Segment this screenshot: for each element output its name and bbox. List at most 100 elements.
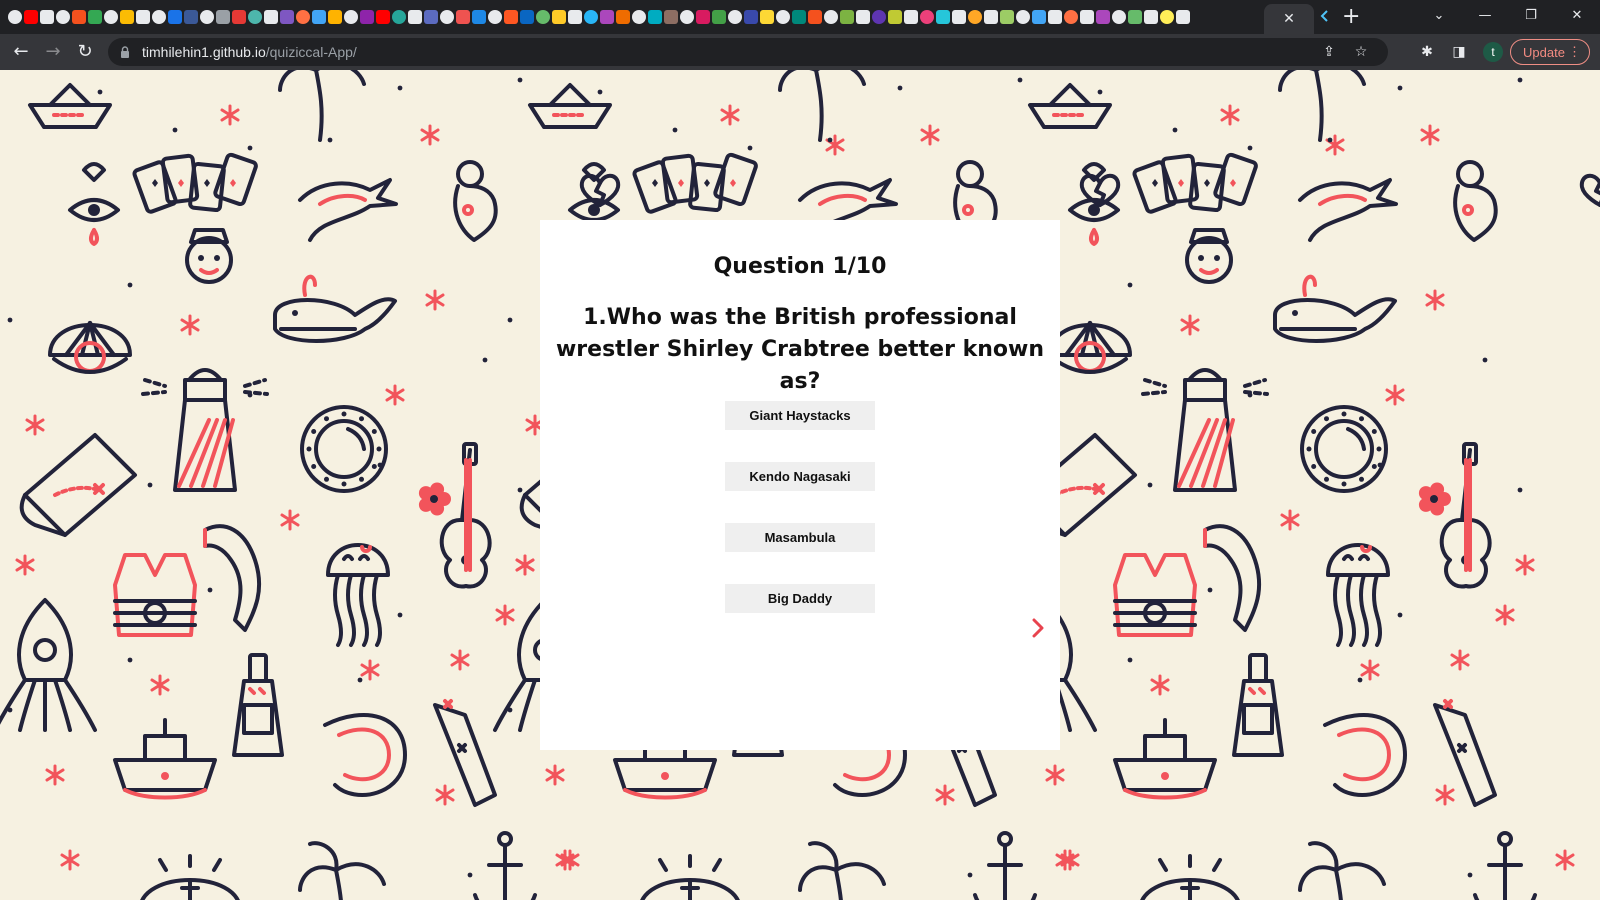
tab-favicon-icon[interactable] bbox=[280, 10, 294, 24]
tab-favicon-icon[interactable] bbox=[440, 10, 454, 24]
tab-favicon-icon[interactable] bbox=[184, 10, 198, 24]
tab-search-chevron-icon[interactable]: ⌄ bbox=[1416, 0, 1462, 30]
tab-favicon-icon[interactable] bbox=[1064, 10, 1078, 24]
tab-favicon-icon[interactable] bbox=[888, 10, 902, 24]
tab-favicon-icon[interactable] bbox=[248, 10, 262, 24]
close-icon[interactable]: ✕ bbox=[1283, 11, 1295, 27]
tab-favicon-icon[interactable] bbox=[840, 10, 854, 24]
pinned-tab-favicons[interactable] bbox=[0, 0, 1275, 34]
tab-favicon-icon[interactable] bbox=[1112, 10, 1126, 24]
tab-favicon-icon[interactable] bbox=[392, 10, 406, 24]
profile-avatar[interactable]: t bbox=[1483, 42, 1503, 62]
tab-favicon-icon[interactable] bbox=[712, 10, 726, 24]
update-button[interactable]: Update ⋮ bbox=[1510, 39, 1590, 65]
tab-favicon-icon[interactable] bbox=[696, 10, 710, 24]
tab-favicon-icon[interactable] bbox=[200, 10, 214, 24]
extensions-puzzle-icon[interactable]: ✱ bbox=[1418, 43, 1436, 61]
bookmark-star-icon[interactable]: ☆ bbox=[1352, 43, 1370, 61]
tab-favicon-icon[interactable] bbox=[168, 10, 182, 24]
tab-favicon-icon[interactable] bbox=[1160, 10, 1174, 24]
tab-favicon-icon[interactable] bbox=[376, 10, 390, 24]
side-panel-icon[interactable]: ◨ bbox=[1450, 43, 1468, 61]
tab-favicon-icon[interactable] bbox=[152, 10, 166, 24]
tab-favicon-icon[interactable] bbox=[616, 10, 630, 24]
tab-favicon-icon[interactable] bbox=[1032, 10, 1046, 24]
tab-favicon-icon[interactable] bbox=[504, 10, 518, 24]
tab-favicon-icon[interactable] bbox=[360, 10, 374, 24]
tab-favicon-icon[interactable] bbox=[264, 10, 278, 24]
answer-button[interactable]: Giant Haystacks bbox=[725, 401, 875, 430]
tab-favicon-icon[interactable] bbox=[488, 10, 502, 24]
share-icon[interactable]: ⇪ bbox=[1320, 43, 1338, 61]
tab-favicon-icon[interactable] bbox=[8, 10, 22, 24]
tab-favicon-icon[interactable] bbox=[216, 10, 230, 24]
tab-favicon-icon[interactable] bbox=[984, 10, 998, 24]
tab-favicon-icon[interactable] bbox=[760, 10, 774, 24]
tab-favicon-icon[interactable] bbox=[728, 10, 742, 24]
answer-button[interactable]: Big Daddy bbox=[725, 584, 875, 613]
tab-favicon-icon[interactable] bbox=[808, 10, 822, 24]
tab-favicon-icon[interactable] bbox=[120, 10, 134, 24]
tab-favicon-icon[interactable] bbox=[824, 10, 838, 24]
tab-favicon-icon[interactable] bbox=[600, 10, 614, 24]
tab-favicon-icon[interactable] bbox=[104, 10, 118, 24]
answer-button[interactable]: Masambula bbox=[725, 523, 875, 552]
tab-favicon-icon[interactable] bbox=[792, 10, 806, 24]
tab-favicon-icon[interactable] bbox=[328, 10, 342, 24]
tab-favicon-icon[interactable] bbox=[1080, 10, 1094, 24]
tab-favicon-icon[interactable] bbox=[1048, 10, 1062, 24]
tab-favicon-icon[interactable] bbox=[1000, 10, 1014, 24]
tab-favicon-icon[interactable] bbox=[72, 10, 86, 24]
tab-favicon-icon[interactable] bbox=[968, 10, 982, 24]
tab-favicon-icon[interactable] bbox=[1176, 10, 1190, 24]
tab-favicon-icon[interactable] bbox=[312, 10, 326, 24]
tab-favicon-icon[interactable] bbox=[904, 10, 918, 24]
tab-favicon-icon[interactable] bbox=[232, 10, 246, 24]
tab-favicon-icon[interactable] bbox=[408, 10, 422, 24]
forward-button[interactable]: → bbox=[40, 40, 66, 64]
tab-favicon-icon[interactable] bbox=[1144, 10, 1158, 24]
url-text[interactable]: timhilehin1.github.io/quiziccal-App/ bbox=[142, 44, 357, 60]
tab-favicon-icon[interactable] bbox=[520, 10, 534, 24]
active-tab[interactable]: ✕ bbox=[1264, 4, 1314, 34]
tab-favicon-icon[interactable] bbox=[872, 10, 886, 24]
tab-favicon-icon[interactable] bbox=[296, 10, 310, 24]
tab-favicon-icon[interactable] bbox=[936, 10, 950, 24]
minimize-button[interactable]: — bbox=[1462, 0, 1508, 30]
back-button[interactable]: ← bbox=[8, 40, 34, 64]
tab-favicon-icon[interactable] bbox=[920, 10, 934, 24]
address-bar[interactable]: timhilehin1.github.io/quiziccal-App/ ⇪ ☆ bbox=[108, 38, 1388, 66]
tab-favicon-icon[interactable] bbox=[856, 10, 870, 24]
tab-favicon-icon[interactable] bbox=[456, 10, 470, 24]
tab-favicon-icon[interactable] bbox=[40, 10, 54, 24]
tab-favicon-icon[interactable] bbox=[472, 10, 486, 24]
tab-favicon-icon[interactable] bbox=[584, 10, 598, 24]
reload-button[interactable]: ↻ bbox=[72, 40, 98, 64]
tab-favicon-icon[interactable] bbox=[776, 10, 790, 24]
tab-favicon-icon[interactable] bbox=[536, 10, 550, 24]
tab-favicon-icon[interactable] bbox=[664, 10, 678, 24]
tab-favicon-icon[interactable] bbox=[744, 10, 758, 24]
answer-button[interactable]: Kendo Nagasaki bbox=[725, 462, 875, 491]
tab-favicon-icon[interactable] bbox=[632, 10, 646, 24]
tab-favicon-icon[interactable] bbox=[56, 10, 70, 24]
tab-favicon-icon[interactable] bbox=[344, 10, 358, 24]
tab-favicon-icon[interactable] bbox=[1096, 10, 1110, 24]
tab-favicon-icon[interactable] bbox=[952, 10, 966, 24]
tab-favicon-icon[interactable] bbox=[24, 10, 38, 24]
tab-favicon-icon[interactable] bbox=[1016, 10, 1030, 24]
chevron-right-icon[interactable] bbox=[1030, 616, 1046, 640]
tab-favicon-icon[interactable] bbox=[552, 10, 566, 24]
close-window-button[interactable]: ✕ bbox=[1554, 0, 1600, 30]
tab-favicon-icon[interactable] bbox=[88, 10, 102, 24]
tab-favicon-icon[interactable] bbox=[680, 10, 694, 24]
tab-favicon-icon[interactable] bbox=[1318, 9, 1332, 23]
tab-favicon-icon[interactable] bbox=[424, 10, 438, 24]
tab-favicon-icon[interactable] bbox=[1128, 10, 1142, 24]
tab-favicon-icon[interactable] bbox=[648, 10, 662, 24]
restore-button[interactable]: ❐ bbox=[1508, 0, 1554, 30]
tab-favicon-icon[interactable] bbox=[136, 10, 150, 24]
lock-icon[interactable] bbox=[120, 46, 130, 58]
tab-favicon-icon[interactable] bbox=[568, 10, 582, 24]
new-tab-button[interactable]: + bbox=[1342, 5, 1360, 29]
